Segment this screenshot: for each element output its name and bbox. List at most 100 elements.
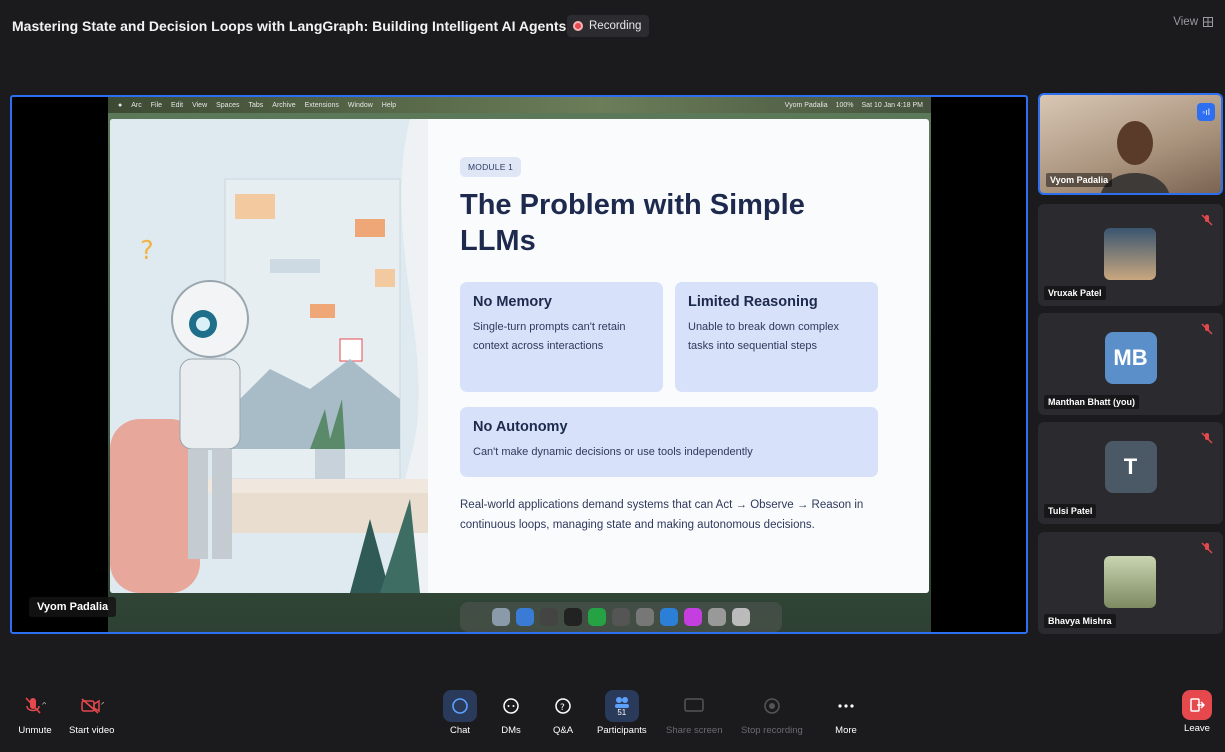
- participant-tile-bhavya[interactable]: Bhavya Mishra: [1038, 532, 1223, 634]
- participant-tile-vyom[interactable]: ◦ıl Vyom Padalia: [1038, 93, 1223, 195]
- card-title: No Autonomy: [473, 419, 568, 435]
- menubar-item: View: [192, 101, 208, 109]
- menubar-battery: 100%: [835, 101, 854, 109]
- slide-title: The Problem with Simple LLMs: [460, 189, 805, 257]
- dock-app-icon: [516, 608, 534, 626]
- control-bar: ^ Unmute ^ Start video Chat DMs ? Q&A 51…: [0, 690, 1225, 752]
- view-label: View: [1173, 16, 1198, 28]
- dock-app-icon: [708, 608, 726, 626]
- card-limited-reasoning: Limited Reasoning Unable to break down c…: [675, 282, 878, 392]
- menubar-item: Help: [381, 101, 397, 109]
- menubar-item: Arc: [131, 101, 142, 109]
- dms-button[interactable]: DMs: [494, 690, 528, 736]
- dock-app-icon: [684, 608, 702, 626]
- card-title: Limited Reasoning: [688, 294, 818, 310]
- unmute-button[interactable]: ^ Unmute: [18, 690, 52, 736]
- more-icon: [829, 690, 863, 722]
- menubar-user: Vyom Padalia: [784, 101, 828, 109]
- video-off-icon: ^: [75, 690, 109, 722]
- stop-recording-button[interactable]: Stop recording: [741, 690, 803, 736]
- card-body: Can't make dynamic decisions or use tool…: [473, 446, 753, 458]
- participant-tile-vruxak[interactable]: Vruxak Patel: [1038, 204, 1223, 306]
- card-title: No Memory: [473, 294, 552, 310]
- svg-text:?: ?: [140, 236, 154, 266]
- mic-muted-icon: [1201, 214, 1213, 226]
- svg-text:^: ^: [100, 701, 104, 710]
- menubar-item: Window: [347, 101, 373, 109]
- meeting-title: Mastering State and Decision Loops with …: [12, 18, 567, 34]
- shared-screen: ● Arc File Edit View Spaces Tabs Archive…: [108, 97, 931, 632]
- start-video-label: Start video: [69, 725, 115, 736]
- participants-label: Participants: [597, 725, 647, 736]
- mic-muted-icon: ^: [18, 690, 52, 722]
- mac-menubar: ● Arc File Edit View Spaces Tabs Archive…: [108, 97, 931, 113]
- apple-icon: ●: [118, 101, 123, 109]
- more-button[interactable]: More: [829, 690, 863, 736]
- speaking-icon: ◦ıl: [1197, 103, 1215, 121]
- participant-name: Bhavya Mishra: [1044, 614, 1116, 628]
- leave-button[interactable]: Leave: [1182, 690, 1212, 734]
- recording-icon: [573, 21, 583, 31]
- stop-recording-label: Stop recording: [741, 725, 803, 736]
- participant-tile-tulsi[interactable]: T Tulsi Patel: [1038, 422, 1223, 524]
- menubar-item: Archive: [272, 101, 296, 109]
- menubar-item: File: [150, 101, 163, 109]
- qa-button[interactable]: ? Q&A: [546, 690, 580, 736]
- avatar: [1104, 556, 1156, 608]
- leave-icon: [1182, 690, 1212, 720]
- card-no-autonomy: No Autonomy Can't make dynamic decisions…: [460, 407, 878, 477]
- share-screen-label: Share screen: [666, 725, 723, 736]
- mac-dock: [460, 602, 782, 632]
- mic-muted-icon: [1201, 542, 1213, 554]
- participant-name: Vyom Padalia: [1046, 173, 1113, 187]
- avatar: [1104, 228, 1156, 280]
- start-video-button[interactable]: ^ Start video: [69, 690, 114, 736]
- more-label: More: [835, 725, 857, 736]
- screen-share-stage[interactable]: ● Arc File Edit View Spaces Tabs Archive…: [10, 95, 1028, 634]
- participants-count: 51: [617, 707, 627, 717]
- trash-icon: [732, 608, 750, 626]
- svg-text:^: ^: [41, 701, 46, 710]
- recording-label: Recording: [589, 20, 642, 32]
- participant-name: Tulsi Patel: [1044, 504, 1097, 518]
- avatar: T: [1104, 440, 1157, 493]
- participant-name: Vruxak Patel: [1044, 286, 1106, 300]
- dock-app-icon: [612, 608, 630, 626]
- chat-button[interactable]: Chat: [443, 690, 477, 736]
- presentation-slide: ? MODULE 1 The Problem with Simple LLMs …: [110, 119, 929, 593]
- share-screen-icon: [677, 690, 711, 722]
- qa-label: Q&A: [552, 725, 574, 736]
- dm-icon: [494, 690, 528, 722]
- avatar: MB: [1104, 331, 1157, 384]
- module-badge: MODULE 1: [460, 157, 522, 177]
- dms-label: DMs: [501, 725, 521, 736]
- participants-button[interactable]: 51 Participants: [597, 690, 647, 736]
- participants-icon: 51: [604, 690, 639, 722]
- chat-label: Chat: [449, 725, 471, 736]
- menubar-item: Extensions: [304, 101, 339, 109]
- dock-app-icon: [540, 608, 558, 626]
- mic-muted-icon: [1201, 323, 1213, 335]
- top-bar: Mastering State and Decision Loops with …: [0, 0, 1225, 60]
- view-button[interactable]: View: [1173, 16, 1213, 28]
- recording-badge[interactable]: Recording: [567, 15, 650, 37]
- menubar-clock: Sat 10 Jan 4:18 PM: [861, 101, 923, 109]
- unmute-label: Unmute: [18, 725, 52, 736]
- share-screen-button[interactable]: Share screen: [666, 690, 723, 736]
- qa-icon: ?: [546, 690, 580, 722]
- presenter-name-tag: Vyom Padalia: [29, 597, 117, 617]
- participant-name: Manthan Bhatt (you): [1044, 395, 1139, 409]
- dock-app-icon: [660, 608, 678, 626]
- mic-muted-icon: [1201, 432, 1213, 444]
- chat-icon: [443, 690, 477, 722]
- dock-app-icon: [564, 608, 582, 626]
- participant-tile-manthan[interactable]: MB Manthan Bhatt (you): [1038, 313, 1223, 415]
- dock-app-icon: [636, 608, 654, 626]
- menubar-item: Tabs: [248, 101, 264, 109]
- card-body: Single-turn prompts can't retain context…: [473, 321, 626, 352]
- leave-label: Leave: [1184, 723, 1210, 734]
- dock-app-icon: [492, 608, 510, 626]
- slide-body-text: Real-world applications demand systems t…: [460, 499, 864, 531]
- svg-text:?: ?: [560, 703, 565, 713]
- card-body: Unable to break down complex tasks into …: [688, 321, 840, 352]
